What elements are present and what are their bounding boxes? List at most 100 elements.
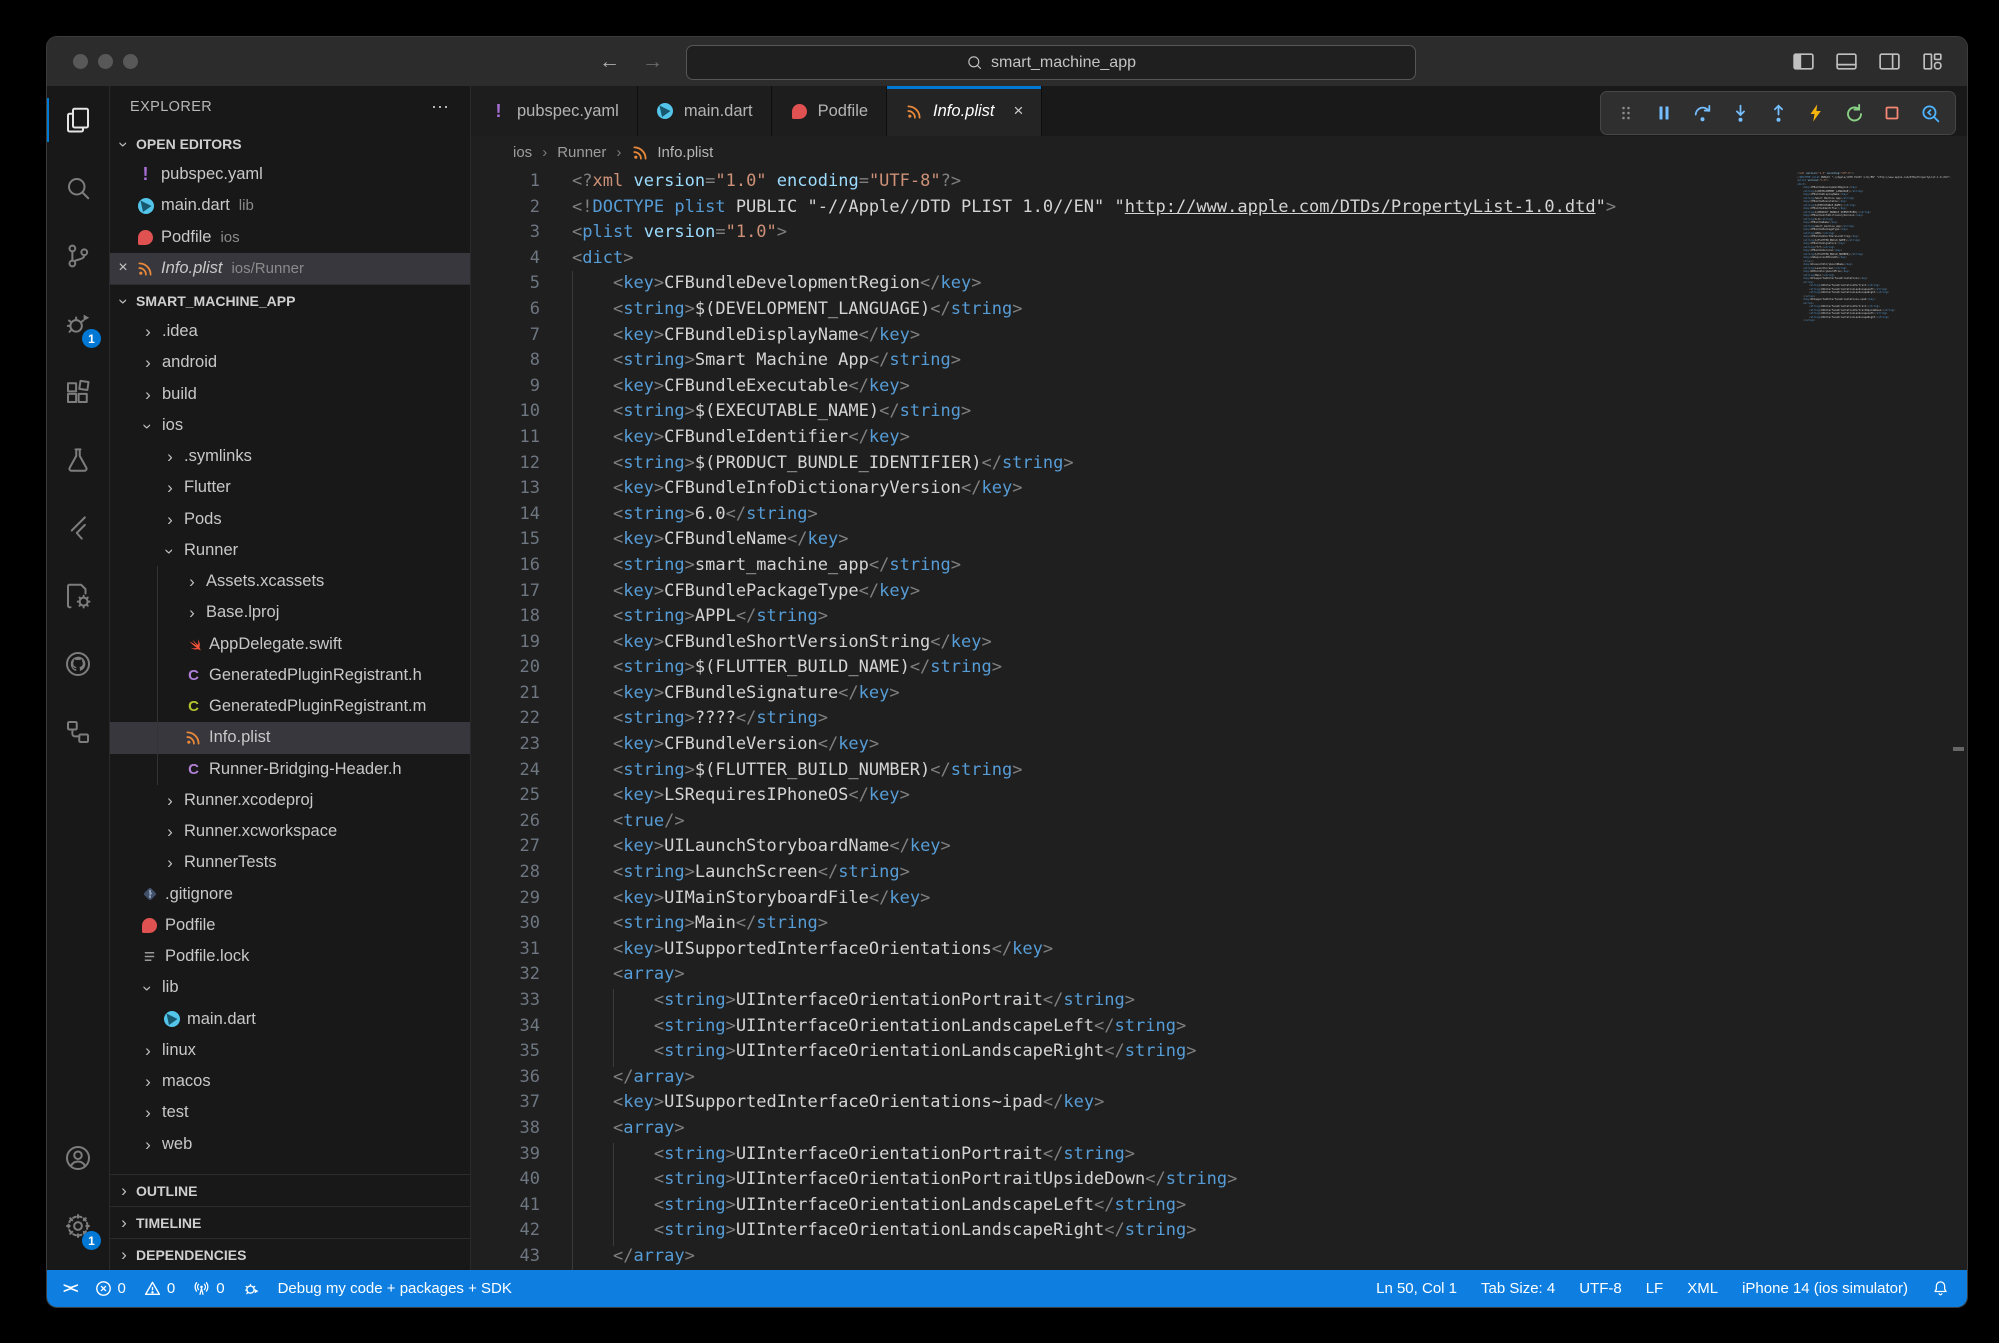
tab-Podfile[interactable]: Podfile bbox=[772, 86, 887, 136]
zoom-button[interactable] bbox=[123, 54, 138, 69]
tree-item-Base.lproj[interactable]: ›Base.lproj bbox=[110, 597, 470, 628]
open-editor-pubspec.yaml[interactable]: !pubspec.yaml bbox=[110, 159, 470, 190]
tree-item-RunnerTests[interactable]: ›RunnerTests bbox=[110, 847, 470, 878]
flutter-activity-button[interactable] bbox=[47, 494, 109, 562]
breadcrumb-item[interactable]: ios bbox=[513, 144, 532, 161]
sidebar-section-timeline[interactable]: ›TIMELINE bbox=[110, 1206, 470, 1238]
code-line[interactable]: 2<!DOCTYPE plist PUBLIC "-//Apple//DTD P… bbox=[471, 195, 1967, 221]
status-debug-my-code-packages-s[interactable]: Debug my code + packages + SDK bbox=[278, 1280, 512, 1297]
back-icon[interactable]: ← bbox=[599, 50, 620, 74]
code-line[interactable]: 21 <key>CFBundleSignature</key> bbox=[471, 681, 1967, 707]
widget-inspector-button[interactable] bbox=[1913, 96, 1947, 130]
code-line[interactable]: 24 <string>$(FLUTTER_BUILD_NUMBER)</stri… bbox=[471, 758, 1967, 784]
command-center-search[interactable]: smart_machine_app bbox=[686, 45, 1416, 80]
tree-item-test[interactable]: ›test bbox=[110, 1097, 470, 1128]
code-line[interactable]: 10 <string>$(EXECUTABLE_NAME)</string> bbox=[471, 399, 1967, 425]
tree-item-Assets.xcassets[interactable]: ›Assets.xcassets bbox=[110, 566, 470, 597]
code-line[interactable]: 26 <true/> bbox=[471, 809, 1967, 835]
sidebar-section-outline[interactable]: ›OUTLINE bbox=[110, 1174, 470, 1206]
code-line[interactable]: 11 <key>CFBundleIdentifier</key> bbox=[471, 425, 1967, 451]
code-line[interactable]: 16 <string>smart_machine_app</string> bbox=[471, 553, 1967, 579]
tree-item-.gitignore[interactable]: .gitignore bbox=[110, 879, 470, 910]
tree-item-main.dart[interactable]: main.dart bbox=[110, 1004, 470, 1035]
code-line[interactable]: 38 <array> bbox=[471, 1116, 1967, 1142]
restart-button[interactable] bbox=[1837, 96, 1871, 130]
code-line[interactable]: 13 <key>CFBundleInfoDictionaryVersion</k… bbox=[471, 476, 1967, 502]
tree-item-Flutter[interactable]: ›Flutter bbox=[110, 472, 470, 503]
tab-Info.plist[interactable]: Info.plist× bbox=[887, 86, 1042, 136]
code-line[interactable]: 34 <string>UIInterfaceOrientationLandsca… bbox=[471, 1014, 1967, 1040]
breadcrumb-file[interactable]: Info.plist bbox=[631, 143, 713, 162]
forward-icon[interactable]: → bbox=[642, 50, 663, 74]
code-line[interactable]: 40 <string>UIInterfaceOrientationPortrai… bbox=[471, 1167, 1967, 1193]
tree-item-linux[interactable]: ›linux bbox=[110, 1035, 470, 1066]
tree-item-GeneratedPluginRegistrant.m[interactable]: CGeneratedPluginRegistrant.m bbox=[110, 691, 470, 722]
tree-item-macos[interactable]: ›macos bbox=[110, 1066, 470, 1097]
code-line[interactable]: 4<dict> bbox=[471, 246, 1967, 272]
project-root-header[interactable]: › SMART_MACHINE_APP bbox=[110, 284, 470, 316]
code-line[interactable]: 6 <string>$(DEVELOPMENT_LANGUAGE)</strin… bbox=[471, 297, 1967, 323]
status-ln-50-col-1[interactable]: Ln 50, Col 1 bbox=[1376, 1280, 1457, 1297]
code-line[interactable]: 42 <string>UIInterfaceOrientationLandsca… bbox=[471, 1218, 1967, 1244]
step-into-button[interactable] bbox=[1723, 96, 1757, 130]
tree-item-lib[interactable]: ›lib bbox=[110, 972, 470, 1003]
status-warnings-icon[interactable]: 0 bbox=[144, 1280, 175, 1297]
open-editor-main.dart[interactable]: main.dartlib bbox=[110, 190, 470, 221]
code-line[interactable]: 28 <string>LaunchScreen</string> bbox=[471, 860, 1967, 886]
tree-item-build[interactable]: ›build bbox=[110, 379, 470, 410]
status-ports-icon[interactable]: 0 bbox=[193, 1280, 224, 1297]
code-line[interactable]: 33 <string>UIInterfaceOrientationPortrai… bbox=[471, 988, 1967, 1014]
code-line[interactable]: 23 <key>CFBundleVersion</key> bbox=[471, 732, 1967, 758]
status-bell-icon[interactable] bbox=[1932, 1280, 1949, 1297]
tree-item-Runner.xcodeproj[interactable]: ›Runner.xcodeproj bbox=[110, 785, 470, 816]
code-line[interactable]: 12 <string>$(PRODUCT_BUNDLE_IDENTIFIER)<… bbox=[471, 451, 1967, 477]
step-out-button[interactable] bbox=[1761, 96, 1795, 130]
status-iphone-14-ios-simulator-[interactable]: iPhone 14 (ios simulator) bbox=[1742, 1280, 1908, 1297]
code-line[interactable]: 19 <key>CFBundleShortVersionString</key> bbox=[471, 630, 1967, 656]
code-line[interactable]: 20 <string>$(FLUTTER_BUILD_NAME)</string… bbox=[471, 655, 1967, 681]
hot-reload-button[interactable] bbox=[1799, 96, 1833, 130]
tab-pubspec.yaml[interactable]: !pubspec.yaml bbox=[471, 86, 638, 136]
tree-item-GeneratedPluginRegistrant.h[interactable]: CGeneratedPluginRegistrant.h bbox=[110, 660, 470, 691]
code-line[interactable]: 30 <string>Main</string> bbox=[471, 911, 1967, 937]
code-line[interactable]: 7 <key>CFBundleDisplayName</key> bbox=[471, 323, 1967, 349]
files-activity-button[interactable] bbox=[47, 86, 109, 154]
status-xml[interactable]: XML bbox=[1687, 1280, 1718, 1297]
settings-gear-activity-button[interactable]: 1 bbox=[47, 1192, 109, 1260]
code-line[interactable]: 22 <string>????</string> bbox=[471, 706, 1967, 732]
code-line[interactable]: 17 <key>CFBundlePackageType</key> bbox=[471, 579, 1967, 605]
code-line[interactable]: 25 <key>LSRequiresIPhoneOS</key> bbox=[471, 783, 1967, 809]
status-errors-icon[interactable]: 0 bbox=[95, 1280, 126, 1297]
code-line[interactable]: 36 </array> bbox=[471, 1065, 1967, 1091]
status-flutter-run-icon[interactable] bbox=[243, 1280, 260, 1297]
drag-grip-button[interactable] bbox=[1609, 96, 1643, 130]
source-control-activity-button[interactable] bbox=[47, 222, 109, 290]
status-remote-icon[interactable]: >< bbox=[63, 1280, 77, 1297]
pause-button[interactable] bbox=[1647, 96, 1681, 130]
tree-item-AppDelegate.swift[interactable]: AppDelegate.swift bbox=[110, 629, 470, 660]
tree-item-Pods[interactable]: ›Pods bbox=[110, 504, 470, 535]
code-line[interactable]: 15 <key>CFBundleName</key> bbox=[471, 527, 1967, 553]
run-config-activity-button[interactable] bbox=[47, 562, 109, 630]
status-lf[interactable]: LF bbox=[1646, 1280, 1664, 1297]
breadcrumb-item[interactable]: Runner bbox=[557, 144, 606, 161]
status-tab-size-4[interactable]: Tab Size: 4 bbox=[1481, 1280, 1555, 1297]
run-debug-activity-button[interactable]: 1 bbox=[47, 290, 109, 358]
stop-button[interactable] bbox=[1875, 96, 1909, 130]
references-activity-button[interactable] bbox=[47, 698, 109, 766]
code-line[interactable]: 37 <key>UISupportedInterfaceOrientations… bbox=[471, 1090, 1967, 1116]
open-editor-Podfile[interactable]: Podfileios bbox=[110, 222, 470, 253]
search-activity-button[interactable] bbox=[47, 154, 109, 222]
account-activity-button[interactable] bbox=[47, 1124, 109, 1192]
code-line[interactable]: 31 <key>UISupportedInterfaceOrientations… bbox=[471, 937, 1967, 963]
code-line[interactable]: 27 <key>UILaunchStoryboardName</key> bbox=[471, 834, 1967, 860]
close-icon[interactable]: × bbox=[1014, 101, 1024, 121]
toggle-secondary-sidebar-icon[interactable] bbox=[1877, 49, 1902, 74]
tab-main.dart[interactable]: main.dart bbox=[638, 86, 772, 136]
close-icon[interactable]: × bbox=[110, 259, 136, 277]
code-line[interactable]: 39 <string>UIInterfaceOrientationPortrai… bbox=[471, 1142, 1967, 1168]
tree-item-ios[interactable]: ›ios bbox=[110, 410, 470, 441]
minimap[interactable]: <?xml version="1.0" encoding="UTF-8"?><!… bbox=[1797, 172, 1953, 323]
open-editor-Info.plist[interactable]: ×Info.plistios/Runner bbox=[110, 253, 470, 284]
code-line[interactable]: 5 <key>CFBundleDevelopmentRegion</key> bbox=[471, 271, 1967, 297]
